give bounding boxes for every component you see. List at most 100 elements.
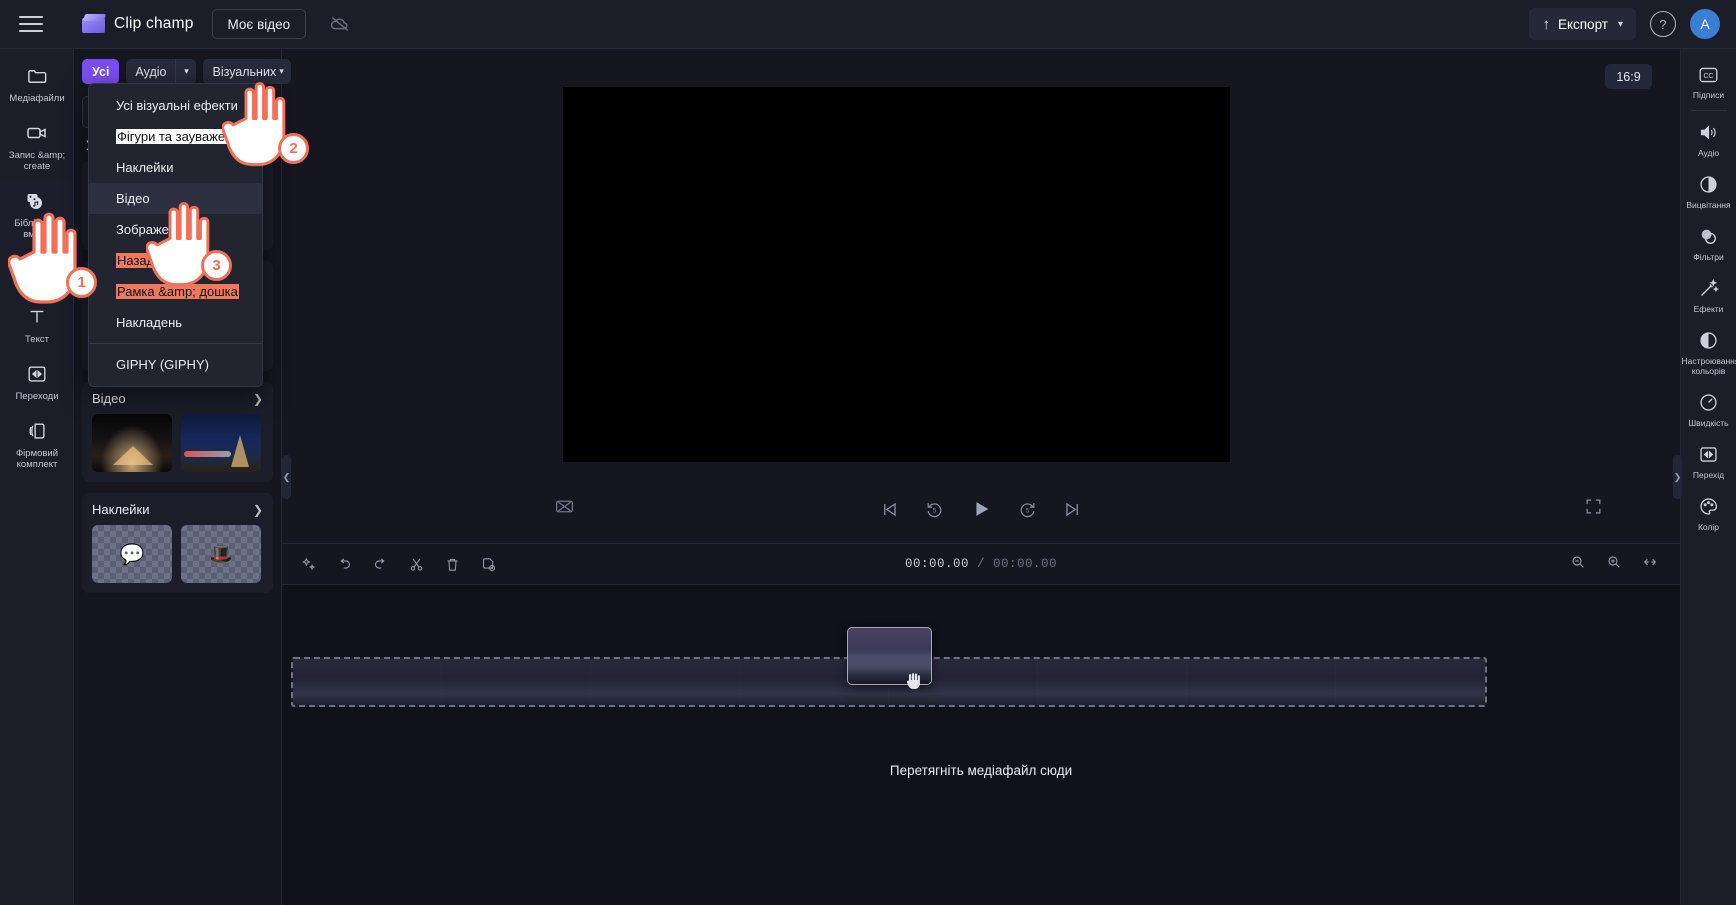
- sidebar-item-hidden[interactable]: [0, 248, 74, 296]
- duplicate-icon[interactable]: [480, 556, 497, 573]
- svg-text:CC: CC: [1703, 73, 1713, 80]
- dropdown-item-giphy[interactable]: GIPHY (GIPHY): [89, 349, 262, 380]
- folder-icon: [26, 64, 49, 88]
- help-circle-icon[interactable]: ?: [1650, 11, 1676, 37]
- sidebar-label-content-library: Бібліотека вмісту: [14, 218, 60, 240]
- property-item-effects[interactable]: Ефекти: [1681, 269, 1736, 321]
- rewind-5-icon[interactable]: 5: [925, 500, 944, 519]
- annotation-badge-3: 3: [201, 250, 232, 281]
- timeline-body[interactable]: Перетягніть медіафайл сюди: [282, 585, 1680, 905]
- avatar[interactable]: A: [1690, 9, 1720, 39]
- brand-name: Clip champ: [114, 15, 194, 32]
- dropdown-label: Фігури та зауваження: [116, 129, 248, 144]
- dropdown-item-images[interactable]: Зображення: [89, 214, 262, 245]
- aspect-ratio-button[interactable]: 16:9: [1605, 64, 1652, 89]
- filter-chip-audio[interactable]: Аудіо ▾: [126, 59, 197, 84]
- dropdown-item-background[interactable]: Назад: [89, 245, 262, 276]
- left-rail: Медіафайли Запис &amp; create Бібліотека…: [0, 49, 74, 905]
- grab-hand-cursor-icon: [902, 669, 926, 698]
- brand-kit-icon: [26, 419, 48, 443]
- timeline-zoom-tools: [1570, 554, 1680, 575]
- property-label-color: Колір: [1697, 522, 1720, 532]
- list-item[interactable]: [92, 414, 172, 472]
- magic-wand-icon[interactable]: [300, 556, 317, 573]
- export-button[interactable]: ↑ Експорт ▾: [1529, 8, 1636, 40]
- chevron-right-icon[interactable]: ❯: [253, 503, 263, 517]
- dropdown-item-frame-board[interactable]: Рамка &amp; дошка: [89, 276, 262, 307]
- property-item-captions[interactable]: CC Підписи: [1681, 55, 1736, 107]
- sidebar-item-brand-kit[interactable]: Фірмовий комплект: [0, 410, 74, 478]
- hide-captions-icon[interactable]: [554, 496, 575, 522]
- collapse-left-panel-handle[interactable]: ❮: [282, 455, 291, 499]
- annotation-badge-1: 1: [66, 267, 97, 298]
- list-item[interactable]: 🎩: [181, 525, 261, 583]
- filter-chip-all[interactable]: Усі: [82, 59, 120, 84]
- chevron-down-icon: ▾: [1617, 18, 1623, 30]
- transition-icon: [1698, 443, 1719, 466]
- content-library-icon: [25, 189, 49, 213]
- project-name-button[interactable]: Моє відео: [211, 9, 307, 39]
- zoom-in-icon[interactable]: [1606, 554, 1622, 575]
- fit-timeline-icon[interactable]: [1642, 554, 1658, 575]
- delete-trash-icon[interactable]: [444, 556, 461, 573]
- property-item-color[interactable]: Колір: [1681, 487, 1736, 539]
- property-item-filters[interactable]: Фільтри: [1681, 217, 1736, 269]
- property-item-speed[interactable]: Швидкість: [1681, 383, 1736, 435]
- sidebar-item-media[interactable]: Медіафайли: [0, 55, 74, 112]
- property-item-fade[interactable]: Вицвітання: [1681, 165, 1736, 217]
- color-palette-icon: [1698, 495, 1719, 518]
- total-time: 00:00.00: [993, 557, 1058, 571]
- fullscreen-icon[interactable]: [1584, 497, 1603, 521]
- filter-chip-visual[interactable]: Візуальних ▾: [203, 59, 291, 84]
- card-title-video: Відео: [92, 391, 126, 406]
- color-adjust-icon: [1698, 329, 1719, 352]
- chevron-right-icon[interactable]: ❯: [253, 392, 263, 406]
- sticker-hat-icon: 🎩: [208, 543, 234, 566]
- cloud-off-icon[interactable]: [328, 12, 352, 36]
- library-card-stickers: Наклейки ❯ 💬 🎩: [82, 493, 273, 593]
- current-time: 00:00.00: [904, 557, 969, 571]
- property-item-transition[interactable]: Перехід: [1681, 435, 1736, 487]
- list-item[interactable]: 💬: [92, 525, 172, 583]
- dropdown-item-stickers[interactable]: Наклейки: [89, 152, 262, 183]
- forward-5-icon[interactable]: 5: [1018, 500, 1037, 519]
- fade-icon: [1698, 173, 1719, 196]
- sidebar-item-transitions[interactable]: Переходи: [0, 353, 74, 410]
- collapse-right-panel-handle[interactable]: ❯: [1673, 455, 1682, 499]
- sidebar-item-text[interactable]: Текст: [0, 296, 74, 353]
- sticker-face-icon: 💬: [119, 543, 145, 566]
- export-label: Експорт: [1557, 16, 1608, 32]
- zoom-out-icon[interactable]: [1570, 554, 1586, 575]
- split-scissors-icon[interactable]: [408, 556, 425, 573]
- dropdown-item-overlay[interactable]: Накладень: [89, 307, 262, 338]
- player-controls: 5 5: [282, 489, 1680, 529]
- dropdown-item-all-visual-effects[interactable]: Усі візуальні ефекти: [89, 90, 262, 121]
- property-label-transition: Перехід: [1692, 470, 1725, 480]
- filter-chip-visual-label: Візуальних: [212, 64, 277, 79]
- skip-next-icon[interactable]: [1063, 500, 1082, 519]
- property-item-color-adjust[interactable]: Настроювання кольорів: [1681, 321, 1736, 383]
- visual-filter-dropdown[interactable]: Усі візуальні ефекти Фігури та зауваженн…: [88, 83, 263, 387]
- video-canvas[interactable]: [563, 87, 1230, 462]
- sidebar-item-record-create[interactable]: Запис &amp; create: [0, 112, 74, 180]
- dropdown-item-video[interactable]: Відео: [89, 183, 262, 214]
- closed-caption-icon: CC: [1698, 63, 1719, 86]
- redo-icon[interactable]: [372, 556, 389, 573]
- hamburger-icon[interactable]: [0, 0, 62, 49]
- svg-text:5: 5: [1026, 507, 1030, 514]
- play-icon[interactable]: [970, 498, 992, 520]
- list-item[interactable]: [181, 414, 261, 472]
- property-label-captions: Підписи: [1692, 90, 1725, 100]
- undo-icon[interactable]: [336, 556, 353, 573]
- clipchamp-app: Clip champ Моє відео ↑ Експорт ▾ ? A Мед…: [0, 0, 1736, 905]
- chevron-down-icon[interactable]: ▾: [175, 59, 196, 84]
- transitions-icon: [26, 362, 48, 386]
- property-item-audio[interactable]: Аудіо: [1681, 113, 1736, 165]
- dropdown-item-shapes-annotations[interactable]: Фігури та зауваження: [89, 121, 262, 152]
- sidebar-item-content-library[interactable]: Бібліотека вмісту: [0, 180, 74, 248]
- skip-previous-icon[interactable]: [880, 500, 899, 519]
- timeline-drop-hint: Перетягніть медіафайл сюди: [889, 763, 1073, 778]
- sidebar-label-media: Медіафайли: [9, 93, 65, 104]
- property-label-fade: Вицвітання: [1686, 200, 1731, 210]
- top-bar-actions: ↑ Експорт ▾ ? A: [1529, 8, 1736, 40]
